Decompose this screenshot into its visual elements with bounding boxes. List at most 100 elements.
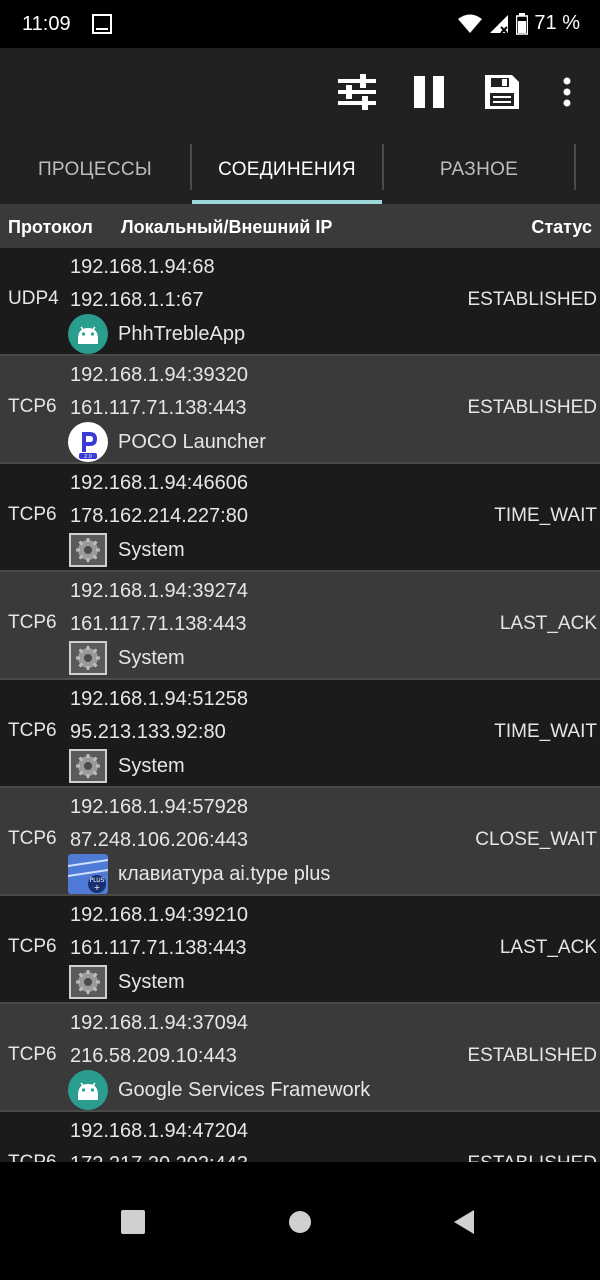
app-info: PhhTrebleApp bbox=[68, 314, 245, 354]
signal-icon bbox=[490, 14, 509, 34]
connection-status: ESTABLISHED bbox=[467, 1045, 597, 1066]
battery-percent: 71 % bbox=[534, 12, 580, 34]
connection-status: CLOSE_WAIT bbox=[475, 829, 597, 850]
status-bar: 11:09 71 % bbox=[0, 0, 600, 48]
action-bar bbox=[0, 48, 600, 136]
protocol-label: TCP6 bbox=[8, 828, 57, 849]
app-info: System bbox=[68, 638, 185, 678]
local-address: 192.168.1.94:37094 bbox=[70, 1012, 248, 1034]
connection-status: TIME_WAIT bbox=[494, 505, 597, 526]
local-address: 192.168.1.94:68 bbox=[70, 256, 215, 278]
more-options-button[interactable] bbox=[543, 68, 591, 116]
protocol-label: TCP6 bbox=[8, 1152, 57, 1162]
app-name: System bbox=[118, 970, 185, 993]
pause-button[interactable] bbox=[405, 68, 453, 116]
tab-bar: ПРОЦЕССЫ СОЕДИНЕНИЯ РАЗНОЕ bbox=[0, 136, 600, 204]
remote-address: 161.117.71.138:443 bbox=[70, 397, 247, 419]
protocol-label: TCP6 bbox=[8, 936, 57, 957]
filter-settings-button[interactable] bbox=[333, 68, 381, 116]
connection-status: LAST_ACK bbox=[499, 937, 597, 958]
app-name: PhhTrebleApp bbox=[118, 322, 246, 345]
connection-row[interactable]: TCP6 192.168.1.94:57928 87.248.106.206:443… bbox=[0, 788, 600, 896]
protocol-label: TCP6 bbox=[8, 720, 57, 741]
column-status[interactable]: Статус bbox=[531, 217, 592, 238]
connection-status: TIME_WAIT bbox=[494, 721, 597, 742]
app-info: Google Services Framework bbox=[68, 1070, 370, 1110]
app-info: System bbox=[68, 530, 185, 570]
android-icon bbox=[68, 1070, 108, 1110]
connection-row[interactable]: TCP6 192.168.1.94:47204 172.217.20.202:443… bbox=[0, 1112, 600, 1162]
protocol-label: TCP6 bbox=[8, 612, 57, 633]
local-address: 192.168.1.94:57928 bbox=[70, 796, 248, 818]
connection-row[interactable]: TCP6 192.168.1.94:39210 161.117.71.138:443… bbox=[0, 896, 600, 1004]
remote-address: 161.117.71.138:443 bbox=[70, 937, 247, 959]
local-address: 192.168.1.94:47204 bbox=[70, 1120, 248, 1142]
app-info: System bbox=[68, 746, 185, 786]
app-info: 2.0 POCO Launcher bbox=[68, 422, 266, 462]
more-vert-icon bbox=[563, 77, 571, 107]
local-address: 192.168.1.94:39320 bbox=[70, 364, 248, 386]
system-gear-icon bbox=[68, 530, 108, 570]
column-protocol[interactable]: Протокол bbox=[8, 217, 93, 238]
wifi-icon bbox=[458, 14, 483, 33]
connection-row[interactable]: TCP6 192.168.1.94:51258 95.213.133.92:80 TI… bbox=[0, 680, 600, 788]
connection-row[interactable]: TCP6 192.168.1.94:37094 216.58.209.10:443 E… bbox=[0, 1004, 600, 1112]
remote-address: 192.168.1.1:67 bbox=[70, 289, 204, 311]
remote-address: 87.248.106.206:443 bbox=[70, 829, 248, 851]
svg-text:+: + bbox=[94, 883, 101, 892]
app-info: PLUS + клавиатура ai.type plus bbox=[68, 854, 330, 894]
tab-processes[interactable]: ПРОЦЕССЫ bbox=[0, 136, 190, 204]
system-gear-icon bbox=[68, 638, 108, 678]
remote-address: 161.117.71.138:443 bbox=[70, 613, 247, 635]
remote-address: 172.217.20.202:443 bbox=[70, 1153, 248, 1162]
protocol-label: TCP6 bbox=[8, 504, 57, 525]
keyboard-icon: PLUS + bbox=[68, 854, 108, 894]
connection-row[interactable]: TCP6 192.168.1.94:39320 161.117.71.138:443… bbox=[0, 356, 600, 464]
local-address: 192.168.1.94:39210 bbox=[70, 904, 248, 926]
app-info: System bbox=[68, 962, 185, 1002]
remote-address: 95.213.133.92:80 bbox=[70, 721, 226, 743]
connection-row[interactable]: TCP6 192.168.1.94:46606 178.162.214.227:80… bbox=[0, 464, 600, 572]
recents-button[interactable] bbox=[113, 1202, 153, 1242]
home-button[interactable] bbox=[280, 1202, 320, 1242]
remote-address: 178.162.214.227:80 bbox=[70, 505, 248, 527]
connection-row[interactable]: TCP6 192.168.1.94:39274 161.117.71.138:443… bbox=[0, 572, 600, 680]
tab-misc[interactable]: РАЗНОЕ bbox=[384, 136, 574, 204]
back-triangle-icon bbox=[454, 1210, 474, 1234]
connection-status: ESTABLISHED bbox=[467, 1153, 597, 1162]
remote-address: 216.58.209.10:443 bbox=[70, 1045, 237, 1067]
protocol-label: TCP6 bbox=[8, 396, 57, 417]
screenshot-notification-icon bbox=[92, 14, 112, 34]
sliders-icon bbox=[338, 74, 376, 110]
navigation-bar bbox=[0, 1162, 600, 1280]
app-name: System bbox=[118, 538, 185, 561]
local-address: 192.168.1.94:46606 bbox=[70, 472, 248, 494]
connection-status: ESTABLISHED bbox=[467, 397, 597, 418]
protocol-label: UDP4 bbox=[8, 288, 59, 309]
android-icon bbox=[68, 314, 108, 354]
connection-status: LAST_ACK bbox=[499, 613, 597, 634]
status-time: 11:09 bbox=[22, 13, 71, 35]
connection-status: ESTABLISHED bbox=[467, 289, 597, 310]
local-address: 192.168.1.94:39274 bbox=[70, 580, 248, 602]
connection-row[interactable]: UDP4 192.168.1.94:68 192.168.1.1:67 ESTABLI… bbox=[0, 248, 600, 356]
app-name: POCO Launcher bbox=[118, 430, 266, 453]
save-button[interactable] bbox=[478, 68, 526, 116]
back-button[interactable] bbox=[444, 1202, 484, 1242]
poco-launcher-icon: 2.0 bbox=[68, 422, 108, 462]
column-header: Протокол Локальный/Внешний IP Статус bbox=[0, 204, 600, 248]
tab-divider bbox=[574, 144, 576, 190]
app-name: System bbox=[118, 754, 185, 777]
app-name: клавиатура ai.type plus bbox=[118, 862, 331, 885]
local-address: 192.168.1.94:51258 bbox=[70, 688, 248, 710]
protocol-label: TCP6 bbox=[8, 1044, 57, 1065]
app-name: System bbox=[118, 646, 185, 669]
connections-list[interactable]: UDP4 192.168.1.94:68 192.168.1.1:67 ESTABLI… bbox=[0, 248, 600, 1162]
square-icon bbox=[121, 1210, 145, 1234]
system-gear-icon bbox=[68, 962, 108, 1002]
column-ip[interactable]: Локальный/Внешний IP bbox=[121, 217, 332, 238]
battery-icon bbox=[516, 12, 529, 35]
tab-connections[interactable]: СОЕДИНЕНИЯ bbox=[192, 136, 382, 204]
svg-text:2.0: 2.0 bbox=[84, 454, 92, 460]
status-icons: 71 % bbox=[458, 12, 580, 35]
